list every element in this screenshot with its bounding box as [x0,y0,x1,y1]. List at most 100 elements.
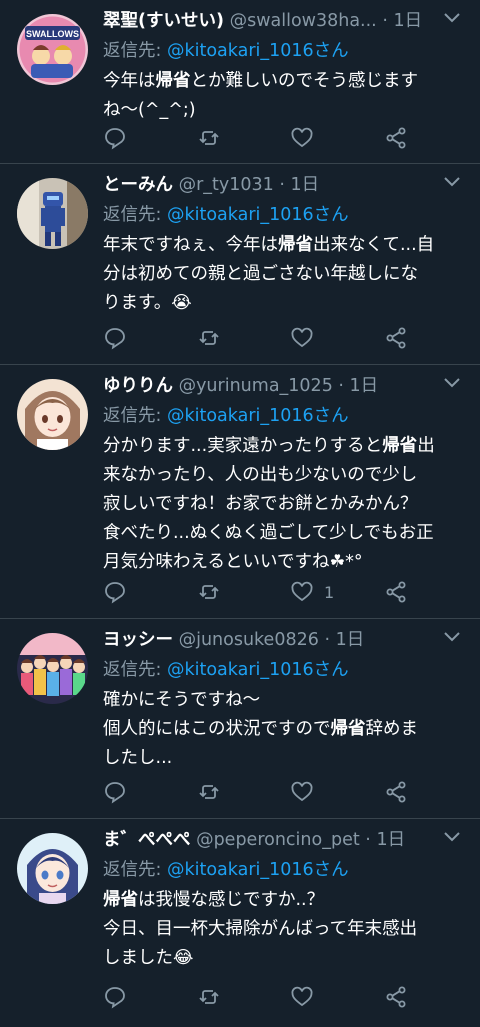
user-handle[interactable]: @junosuke0826 [179,630,319,650]
like-icon [291,781,313,802]
like-icon [291,327,313,348]
tweet-actions [103,778,423,806]
tweet-text: 年末ですねぇ、今年は帰省出来なくて...自 分は初めての親と過ごさない年越しにな… [103,235,435,313]
tweet-text: 確かにそうですね〜 個人的にはこの状況ですので帰省辞めま したし... [103,690,418,768]
reply-mention[interactable]: @kitoakari_1016さん [167,41,349,61]
like-icon [291,581,313,602]
share-icon [386,327,406,349]
reply-context: 返信先: @kitoakari_1016さん [103,402,464,430]
reply-context: 返信先: @kitoakari_1016さん [103,656,464,684]
chevron-down-icon[interactable] [442,629,462,645]
reply-icon [105,328,125,350]
share-icon [386,127,406,149]
reply-button[interactable] [103,578,127,606]
reply-button[interactable] [103,324,127,352]
reply-button[interactable] [103,124,127,152]
user-handle[interactable]: @r_ty1031 [179,175,274,195]
tweet-header: とーみん @r_ty1031 · 1日 [103,175,320,195]
chevron-down-icon[interactable] [442,375,462,391]
display-name[interactable]: ヨッシー [103,630,173,650]
avatar[interactable] [17,379,88,450]
chevron-down-icon[interactable] [442,829,462,845]
reply-icon [105,782,125,804]
reply-mention[interactable]: @kitoakari_1016さん [167,860,349,880]
like-button[interactable] [290,324,324,352]
tweet-actions [103,124,423,152]
tweet[interactable]: SWALLOWS 翠聖(すいせい) @swallow38ha... · 1日 返… [0,0,480,164]
reply-mention[interactable]: @kitoakari_1016さん [167,660,349,680]
reply-prefix: 返信先: [103,406,162,426]
tweet[interactable]: ヨッシー @junosuke0826 · 1日 返信先: @kitoakari_… [0,619,480,819]
chevron-down-icon[interactable] [442,10,462,26]
tweet-actions [103,983,423,1011]
like-button[interactable] [290,778,324,806]
reply-context: 返信先: @kitoakari_1016さん [103,856,464,884]
user-handle[interactable]: @peperoncino_pet [196,830,360,850]
reply-icon [105,128,125,150]
retweet-icon [199,990,219,1004]
reply-prefix: 返信先: [103,860,162,880]
user-handle[interactable]: @yurinuma_1025 [179,376,333,396]
tweet[interactable]: ま゛ぺぺぺ @peperoncino_pet · 1日 返信先: @kitoak… [0,819,480,1027]
timestamp[interactable]: 1日 [393,11,422,31]
retweet-button[interactable] [197,124,221,152]
share-button[interactable] [384,124,408,152]
tweet-text: 帰省は我慢な感じですか..？ 今日、目一杯大掃除がんばって年末感出 しました😂 [103,890,418,968]
tweet-header: ヨッシー @junosuke0826 · 1日 [103,630,365,650]
retweet-button[interactable] [197,324,221,352]
avatar[interactable] [17,833,88,904]
tweet-actions [103,324,423,352]
reply-context: 返信先: @kitoakari_1016さん [103,37,464,65]
timestamp[interactable]: 1日 [350,376,379,396]
retweet-icon [199,331,219,345]
like-count: 1 [324,582,335,602]
retweet-button[interactable] [197,578,221,606]
tweet-header: 翠聖(すいせい) @swallow38ha... · 1日 [103,11,423,31]
retweet-button[interactable] [197,983,221,1011]
share-button[interactable] [384,983,408,1011]
like-button[interactable]: 1 [290,578,334,606]
display-name[interactable]: とーみん [103,175,173,195]
like-icon [291,127,313,148]
share-button[interactable] [384,578,408,606]
reply-button[interactable] [103,983,127,1011]
avatar[interactable]: SWALLOWS [17,14,88,85]
reply-mention[interactable]: @kitoakari_1016さん [167,406,349,426]
timestamp[interactable]: 1日 [291,175,320,195]
tweet-header: ま゛ぺぺぺ @peperoncino_pet · 1日 [103,830,406,850]
retweet-button[interactable] [197,778,221,806]
user-handle[interactable]: @swallow38ha... [230,11,377,31]
tweet[interactable]: とーみん @r_ty1031 · 1日 返信先: @kitoakari_1016… [0,164,480,365]
retweet-icon [199,131,219,145]
svg-text:SWALLOWS: SWALLOWS [26,29,79,39]
reply-context: 返信先: @kitoakari_1016さん [103,201,464,229]
reply-prefix: 返信先: [103,205,162,225]
like-button[interactable] [290,983,324,1011]
reply-icon [105,987,125,1009]
share-button[interactable] [384,778,408,806]
share-button[interactable] [384,324,408,352]
avatar[interactable] [17,178,88,249]
like-button[interactable] [290,124,324,152]
display-name[interactable]: ゆりりん [103,376,173,396]
timestamp[interactable]: 1日 [336,630,365,650]
reply-button[interactable] [103,778,127,806]
display-name[interactable]: ま゛ぺぺぺ [103,830,191,850]
timestamp[interactable]: 1日 [376,830,405,850]
retweet-icon [199,785,219,799]
reply-prefix: 返信先: [103,41,162,61]
reply-prefix: 返信先: [103,660,162,680]
like-icon [291,986,313,1007]
reply-icon [105,582,125,604]
chevron-down-icon[interactable] [442,174,462,190]
display-name[interactable]: 翠聖(すいせい) [103,11,224,31]
tweet-actions: 1 [103,578,423,606]
reply-mention[interactable]: @kitoakari_1016さん [167,205,349,225]
share-icon [386,986,406,1008]
tweet-text: 今年は帰省とか難しいのでそう感じます ね〜(^_^;) [103,71,418,120]
avatar[interactable] [17,633,88,704]
share-icon [386,581,406,603]
tweet[interactable]: ゆりりん @yurinuma_1025 · 1日 返信先: @kitoakari… [0,365,480,619]
share-icon [386,781,406,803]
tweet-text: 分かります...実家遠かったりすると帰省出 来なかったり、人の出も少ないので少し… [103,436,435,572]
